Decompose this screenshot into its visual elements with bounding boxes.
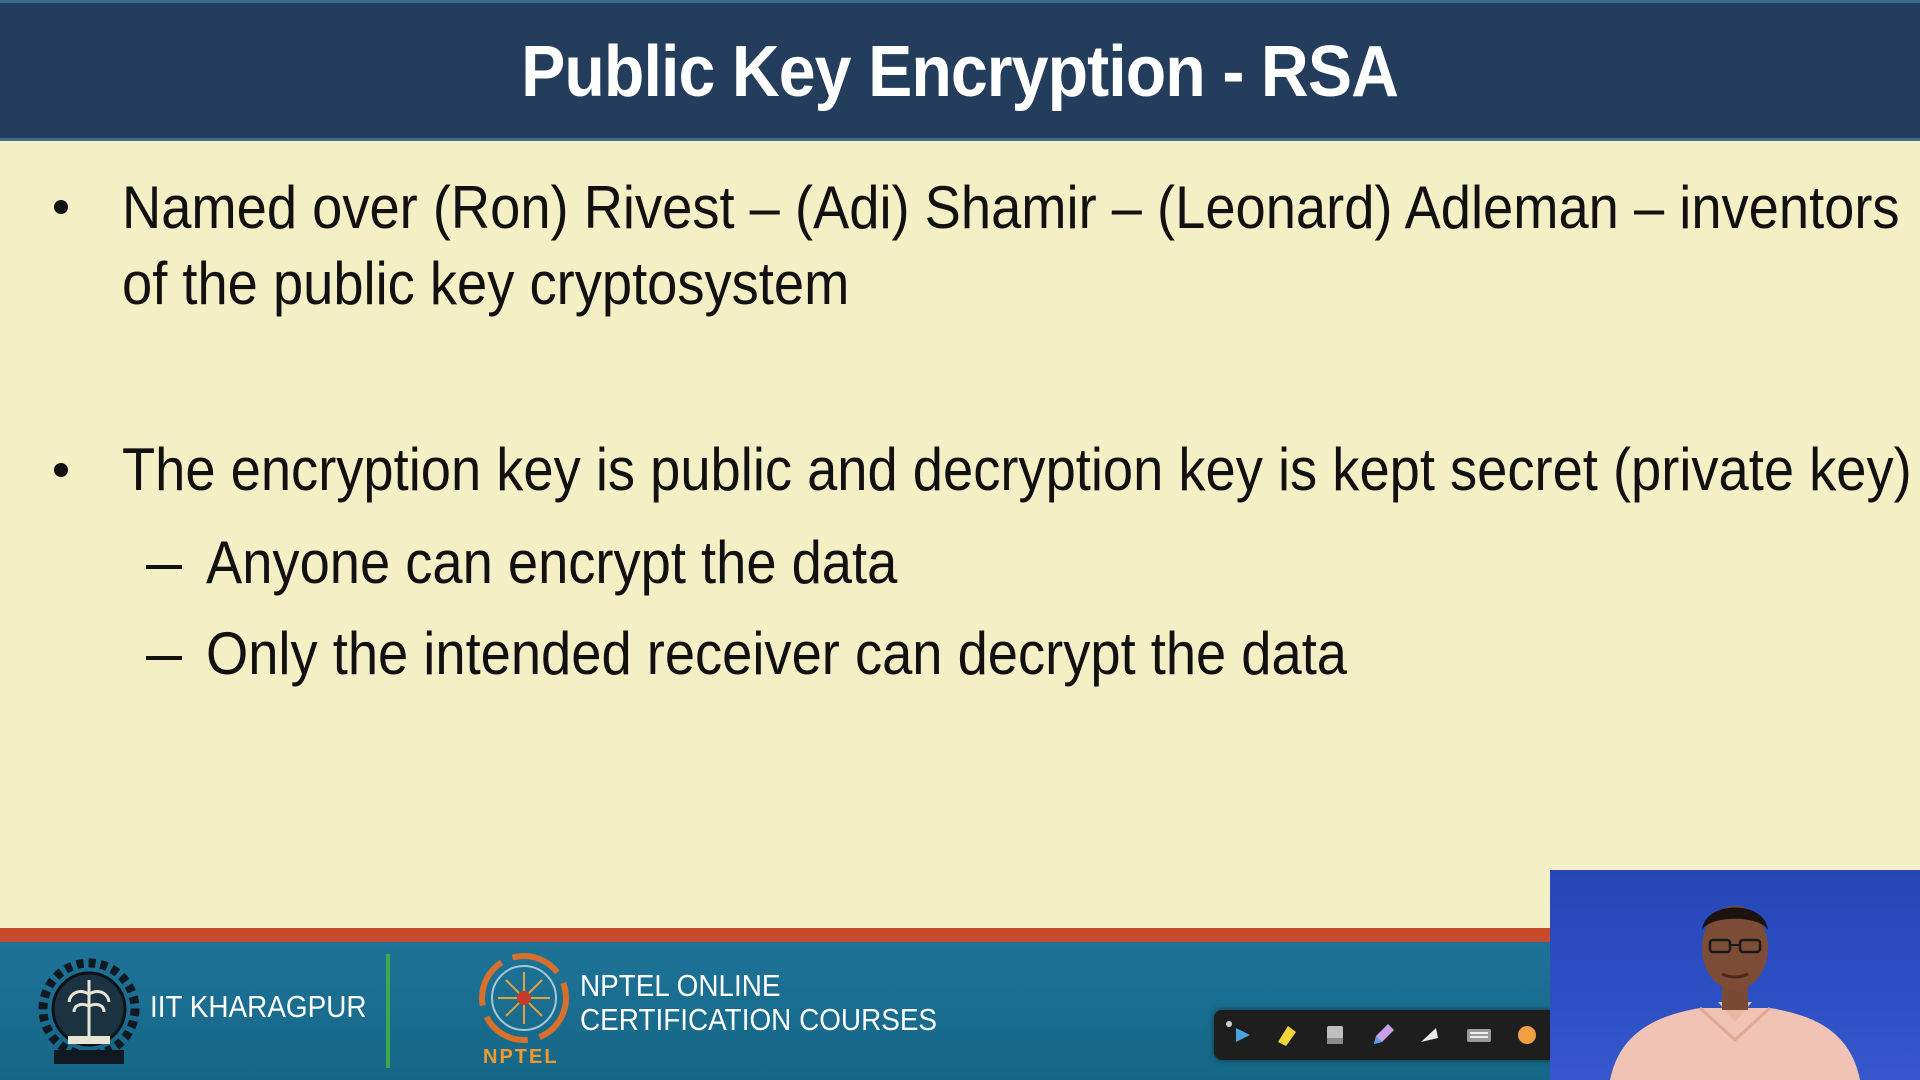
presenter-image [1610, 906, 1860, 1080]
slide-title-bar: Public Key Encryption - RSA [0, 0, 1920, 140]
pen-icon[interactable] [1368, 1020, 1398, 1050]
bullet-dot-icon [54, 463, 68, 477]
footer-accent-stripe [0, 928, 1550, 942]
nptel-title-line: NPTEL ONLINE [580, 968, 781, 1003]
sub-bullet-dash-icon [146, 656, 182, 660]
eraser-icon[interactable] [1320, 1020, 1350, 1050]
arrow-icon[interactable] [1416, 1020, 1446, 1050]
annotation-toolbar [1214, 1010, 1554, 1060]
title-underline [0, 138, 1920, 141]
sub-bullet-text: Only the intended receiver can decrypt t… [206, 620, 1347, 687]
bullet-text-line: The encryption key is public and decrypt… [122, 436, 1912, 503]
nptel-logo-text: NPTEL [483, 1046, 559, 1068]
nptel-logo [479, 953, 569, 1043]
bullet-text-line: of the public key cryptosystem [122, 250, 850, 317]
color-icon[interactable] [1512, 1020, 1542, 1050]
bullet-text-line: Named over (Ron) Rivest – (Adi) Shamir –… [122, 174, 1900, 241]
keyboard-icon[interactable] [1464, 1020, 1494, 1050]
speaker-video-feed [1550, 870, 1920, 1080]
footer-divider [386, 954, 390, 1068]
slide-title: Public Key Encryption - RSA [521, 31, 1400, 112]
highlighter-icon[interactable] [1272, 1020, 1302, 1050]
nptel-title-line: CERTIFICATION COURSES [580, 1002, 938, 1037]
institute-name: IIT KHARAGPUR [150, 989, 367, 1024]
sub-bullet-text: Anyone can encrypt the data [206, 529, 898, 596]
iit-kharagpur-logo [38, 958, 140, 1064]
bullet-dot-icon [54, 200, 68, 214]
pointer-icon[interactable] [1224, 1020, 1254, 1050]
sub-bullet-dash-icon [146, 565, 182, 569]
